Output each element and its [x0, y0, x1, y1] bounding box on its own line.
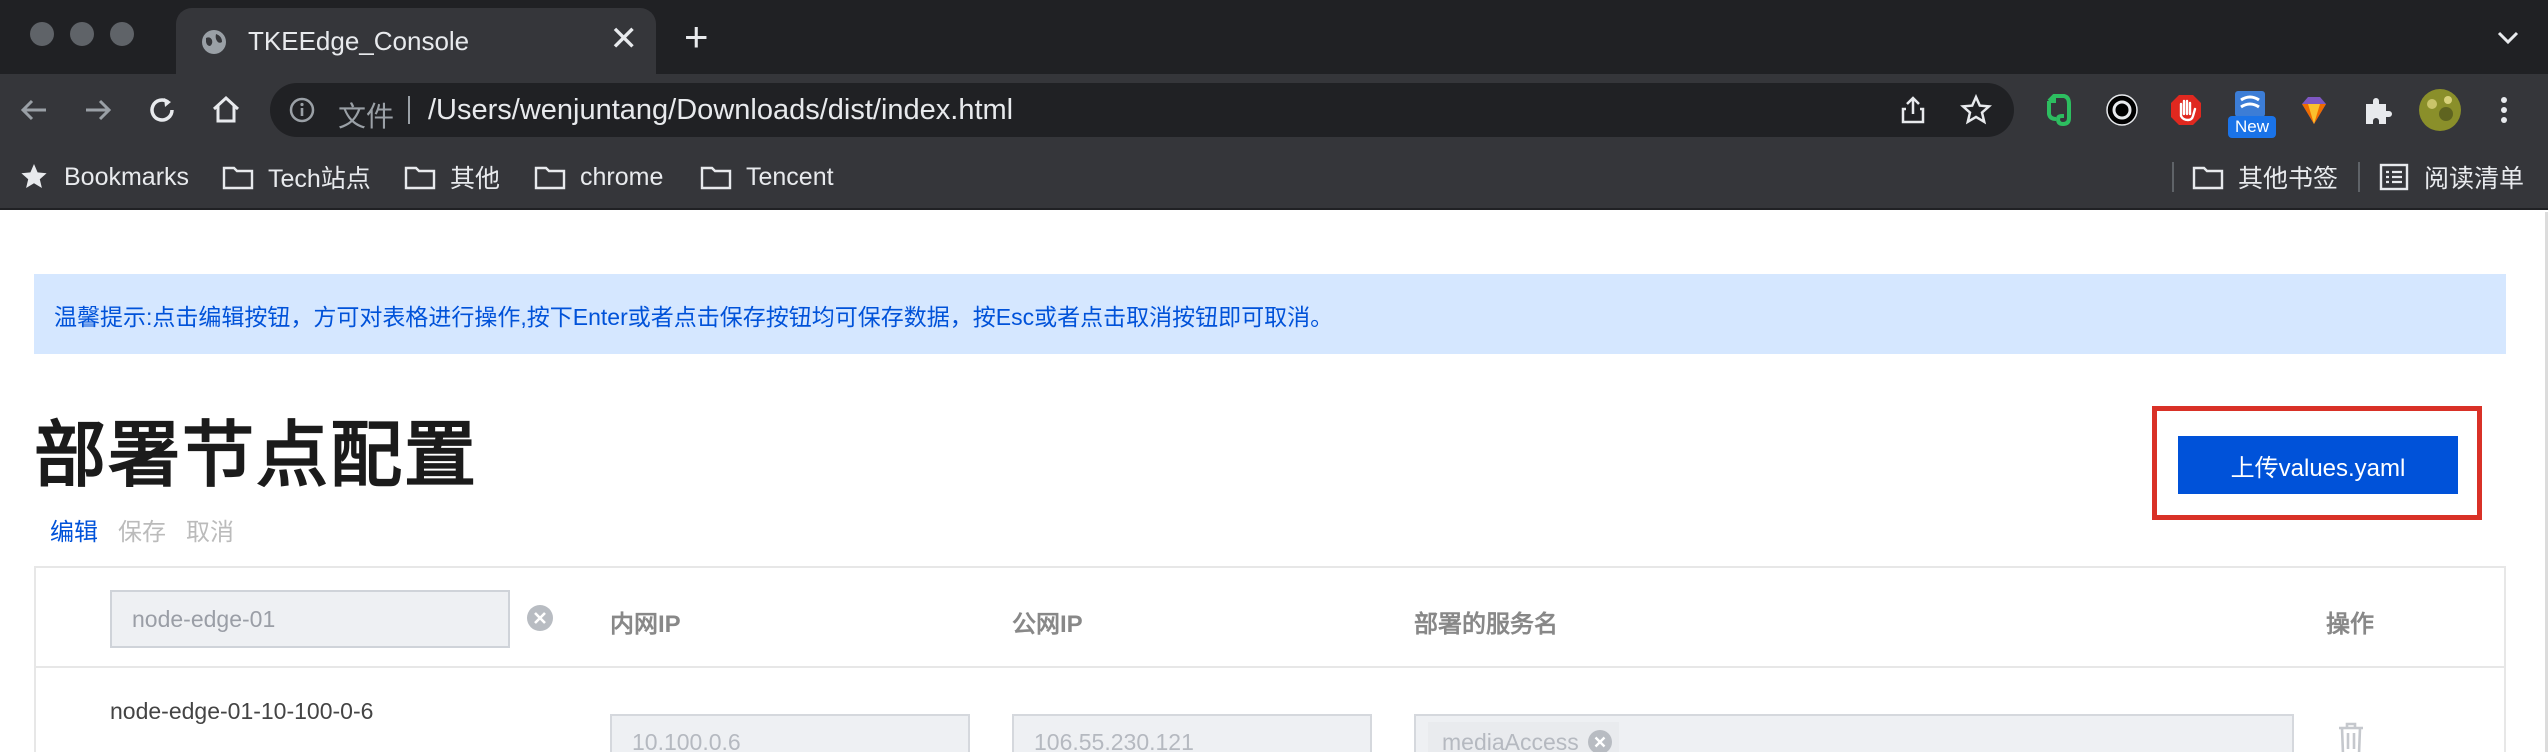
folder-icon — [534, 166, 566, 190]
bookmark-chrome[interactable]: chrome — [534, 160, 663, 194]
column-header-internal-ip: 内网IP — [610, 611, 681, 638]
table-header: node-edge-01 内网IP 公网IP 部署的服务名 操作 — [36, 568, 2504, 668]
address-url[interactable]: /Users/wenjuntang/Downloads/dist/index.h… — [428, 94, 1013, 127]
bookmark-bookmarks[interactable]: Bookmarks — [18, 160, 189, 194]
page-content: 温馨提示:点击编辑按钮，方可对表格进行操作,按下Enter或者点击保存按钮均可保… — [0, 212, 2548, 752]
folder-icon — [222, 166, 254, 190]
internal-ip-input[interactable]: 10.100.0.6 — [610, 714, 970, 752]
reload-icon[interactable] — [144, 92, 180, 128]
bookmark-label: 其他书签 — [2238, 165, 2339, 193]
bookmark-tech-sites[interactable]: Tech站点 — [222, 160, 371, 194]
chevron-down-icon[interactable] — [2494, 24, 2522, 52]
trash-icon[interactable] — [2336, 720, 2366, 752]
folder-icon — [2192, 166, 2224, 190]
clear-icon[interactable] — [526, 604, 554, 632]
column-header-service-name: 部署的服务名 — [1414, 611, 1558, 638]
address-separator — [408, 96, 410, 124]
more-vert-icon[interactable] — [2486, 92, 2522, 128]
forward-arrow-icon[interactable] — [80, 92, 116, 128]
browser-toolbar: 文件 /Users/wenjuntang/Downloads/dist/inde… — [0, 74, 2548, 146]
gem-extension-icon[interactable] — [2296, 92, 2332, 128]
maximize-window-button[interactable] — [110, 22, 134, 46]
column-header-public-ip: 公网IP — [1012, 611, 1083, 638]
node-name-cell: node-edge-01-10-100-0-6 — [110, 698, 374, 724]
upload-values-button[interactable]: 上传values.yaml — [2178, 436, 2458, 494]
node-name-filter-input[interactable]: node-edge-01 — [110, 590, 510, 648]
minimize-window-button[interactable] — [70, 22, 94, 46]
browser-tab-strip: TKEEdge_Console ✕ + — [0, 0, 2548, 74]
circle-extension-icon[interactable] — [2104, 92, 2140, 128]
tab-title: TKEEdge_Console — [248, 26, 470, 56]
share-icon[interactable] — [1898, 95, 1928, 125]
folder-icon — [700, 166, 732, 190]
bookmark-label: 其他 — [450, 165, 501, 193]
edit-link[interactable]: 编辑 — [50, 512, 98, 547]
close-window-button[interactable] — [30, 22, 54, 46]
bookmark-label: 阅读清单 — [2424, 165, 2525, 193]
bookmark-reading-list[interactable]: 阅读清单 — [2378, 160, 2524, 194]
tag-remove-icon[interactable] — [1587, 729, 1613, 752]
extension-new-badge: New — [2228, 116, 2276, 138]
avatar[interactable] — [2418, 88, 2462, 132]
bookmarks-separator — [2358, 162, 2360, 192]
back-arrow-icon[interactable] — [16, 92, 52, 128]
browser-tab[interactable]: TKEEdge_Console ✕ — [176, 8, 656, 74]
home-icon[interactable] — [208, 92, 244, 128]
save-link[interactable]: 保存 — [118, 512, 166, 547]
evernote-icon[interactable] — [2040, 92, 2076, 128]
star-icon — [21, 164, 47, 188]
notice-banner: 温馨提示:点击编辑按钮，方可对表格进行操作,按下Enter或者点击保存按钮均可保… — [34, 274, 2506, 354]
reading-list-icon — [2379, 163, 2409, 191]
cancel-link[interactable]: 取消 — [186, 512, 234, 547]
puzzle-extensions-icon[interactable] — [2360, 92, 2396, 128]
info-icon[interactable] — [288, 96, 316, 124]
service-tag: mediaAccess — [1428, 722, 1619, 752]
bookmark-label: Tech站点 — [268, 165, 371, 193]
folder-icon — [404, 166, 436, 190]
bookmark-tencent[interactable]: Tencent — [700, 160, 834, 194]
notice-text: 温馨提示:点击编辑按钮，方可对表格进行操作,按下Enter或者点击保存按钮均可保… — [54, 304, 1334, 330]
bookmarks-bar: Bookmarks Tech站点 其他 chrome Tencent 其他书签 — [0, 146, 2548, 210]
bookmark-label: Bookmarks — [64, 162, 190, 191]
column-header-operation: 操作 — [2326, 611, 2374, 638]
page-title: 部署节点配置 — [34, 416, 479, 496]
adblock-hand-icon[interactable] — [2168, 92, 2204, 128]
tab-close-icon[interactable]: ✕ — [610, 22, 639, 56]
node-table: node-edge-01 内网IP 公网IP 部署的服务名 操作 node-ed… — [34, 566, 2506, 752]
bookmark-other[interactable]: 其他 — [404, 160, 500, 194]
service-name-select[interactable]: mediaAccess — [1414, 714, 2294, 752]
globe-icon — [202, 30, 226, 54]
public-ip-input[interactable]: 106.55.230.121 — [1012, 714, 1372, 752]
bookmark-other-bookmarks[interactable]: 其他书签 — [2192, 160, 2338, 194]
bookmark-label: chrome — [580, 162, 664, 191]
service-tag-label: mediaAccess — [1442, 729, 1579, 752]
bookmark-label: Tencent — [746, 162, 834, 191]
address-scheme-label: 文件 — [338, 101, 395, 132]
bookmark-star-icon[interactable] — [1960, 94, 1992, 126]
new-tab-button[interactable]: + — [684, 16, 709, 58]
bookmarks-separator — [2172, 162, 2174, 192]
address-bar[interactable]: 文件 /Users/wenjuntang/Downloads/dist/inde… — [270, 83, 2014, 137]
